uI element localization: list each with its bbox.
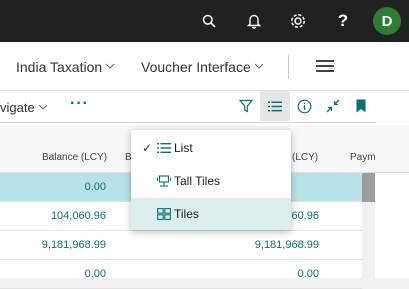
- scrollbar-thumb[interactable]: [362, 173, 375, 202]
- collapse-icon[interactable]: [318, 91, 348, 121]
- checkmark-icon: ✓: [142, 141, 153, 155]
- chevron-down-icon: [105, 63, 115, 69]
- table-row[interactable]: 9,181,968.99 9,181,968.99: [0, 231, 362, 260]
- info-icon[interactable]: [289, 91, 319, 121]
- menu-item-tiles[interactable]: Tiles: [131, 198, 291, 230]
- list-icon: [268, 101, 282, 111]
- menu-item-label: Tall Tiles: [174, 174, 221, 188]
- lcy-cell[interactable]: 0.00: [298, 268, 319, 280]
- more-options-button[interactable]: ···: [70, 95, 89, 113]
- view-layout-menu: ✓ List Tall Tiles Tiles: [131, 130, 291, 230]
- navigation-bar: India Taxation Voucher Interface: [0, 42, 409, 91]
- balance-cell[interactable]: 0.00: [85, 181, 106, 193]
- tall-tiles-icon: [157, 175, 171, 187]
- chevron-down-icon: [38, 104, 48, 110]
- search-icon[interactable]: [197, 9, 221, 33]
- nav-item-label: India Taxation: [16, 59, 103, 75]
- balance-cell[interactable]: 9,181,968.99: [42, 239, 106, 251]
- bookmark-icon[interactable]: [346, 91, 376, 121]
- avatar[interactable]: D: [373, 7, 401, 35]
- balance-cell[interactable]: 104,060.96: [51, 210, 106, 222]
- navigate-label: vigate: [0, 100, 35, 115]
- chevron-down-icon: [254, 63, 264, 69]
- menu-item-label: List: [174, 141, 193, 155]
- menu-item-tall-tiles[interactable]: Tall Tiles: [131, 165, 291, 197]
- column-header-payments[interactable]: Paym: [350, 152, 376, 163]
- lcy-cell[interactable]: 9,181,968.99: [255, 239, 319, 251]
- action-bar-divider: [0, 122, 376, 123]
- menu-item-label: Tiles: [174, 207, 199, 221]
- lcy-cell[interactable]: 60.96: [291, 210, 319, 222]
- help-icon[interactable]: ?: [331, 9, 355, 33]
- tiles-icon: [157, 208, 171, 220]
- nav-divider: [288, 55, 289, 79]
- column-header-lcy[interactable]: (LCY): [292, 152, 318, 163]
- filter-icon[interactable]: [231, 91, 261, 121]
- hamburger-menu-icon[interactable]: [316, 60, 334, 74]
- bell-icon[interactable]: [242, 9, 266, 33]
- top-app-bar: ? D: [0, 0, 409, 42]
- nav-item-label: Voucher Interface: [141, 59, 251, 75]
- gear-icon[interactable]: [286, 9, 310, 33]
- menu-item-list[interactable]: ✓ List: [131, 132, 291, 164]
- table-row[interactable]: 0.00 0.00: [0, 260, 362, 289]
- column-header-balance[interactable]: Balance (LCY): [42, 152, 107, 163]
- view-layout-button[interactable]: [260, 91, 290, 121]
- list-icon: [157, 143, 171, 153]
- balance-cell[interactable]: 0.00: [85, 268, 106, 280]
- action-bar: vigate ···: [0, 91, 409, 125]
- nav-item-voucher-interface[interactable]: Voucher Interface: [141, 59, 264, 75]
- nav-item-india-taxation[interactable]: India Taxation: [16, 59, 115, 75]
- navigate-menu[interactable]: vigate: [0, 100, 48, 115]
